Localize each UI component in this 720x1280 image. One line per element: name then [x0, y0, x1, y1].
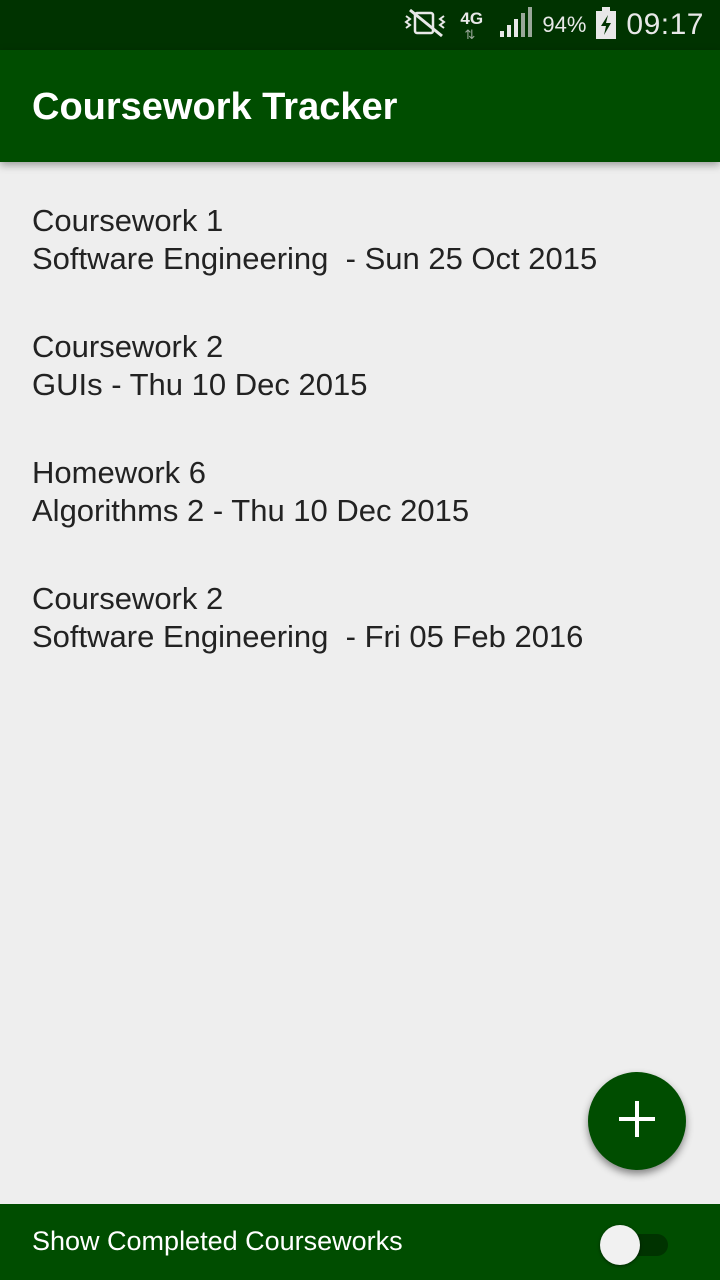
- plus-icon: [617, 1099, 657, 1144]
- page-title: Coursework Tracker: [32, 86, 398, 128]
- data-arrows-icon: ⇅: [464, 27, 476, 42]
- network-arrows-icon: 4G ⇅: [458, 5, 488, 45]
- list-item[interactable]: Coursework 1 Software Engineering - Sun …: [0, 162, 720, 288]
- signal-icon: [498, 6, 533, 44]
- app-bar: Coursework Tracker: [0, 50, 720, 162]
- coursework-title: Coursework 2: [32, 581, 224, 616]
- coursework-title: Coursework 1: [32, 203, 224, 238]
- vibrate-mute-icon: [402, 8, 448, 43]
- bottom-bar: Show Completed Courseworks: [0, 1204, 720, 1280]
- clock: 09:17: [626, 8, 704, 41]
- battery-percent: 94%: [542, 12, 587, 37]
- coursework-list: Coursework 1 Software Engineering - Sun …: [0, 162, 720, 666]
- coursework-title: Homework 6: [32, 455, 206, 490]
- coursework-title: Coursework 2: [32, 329, 224, 364]
- toggle-thumb: [600, 1225, 640, 1265]
- add-coursework-button[interactable]: [588, 1072, 686, 1170]
- show-completed-label: Show Completed Courseworks: [32, 1226, 403, 1256]
- coursework-subtitle: GUIs - Thu 10 Dec 2015: [32, 367, 368, 402]
- coursework-subtitle: Software Engineering - Fri 05 Feb 2016: [32, 619, 584, 654]
- coursework-subtitle: Software Engineering - Sun 25 Oct 2015: [32, 241, 598, 276]
- status-icons: 4G ⇅ 94% 09:17: [402, 0, 704, 50]
- status-bar: 4G ⇅ 94% 09:17: [0, 0, 720, 50]
- list-item[interactable]: Coursework 2 Software Engineering - Fri …: [0, 540, 720, 666]
- coursework-subtitle: Algorithms 2 - Thu 10 Dec 2015: [32, 493, 470, 528]
- list-item[interactable]: Homework 6 Algorithms 2 - Thu 10 Dec 201…: [0, 414, 720, 540]
- battery-charging-icon: [596, 6, 617, 44]
- show-completed-toggle[interactable]: [600, 1224, 672, 1265]
- network-type: 4G: [460, 9, 484, 28]
- list-item[interactable]: Coursework 2 GUIs - Thu 10 Dec 2015: [0, 288, 720, 414]
